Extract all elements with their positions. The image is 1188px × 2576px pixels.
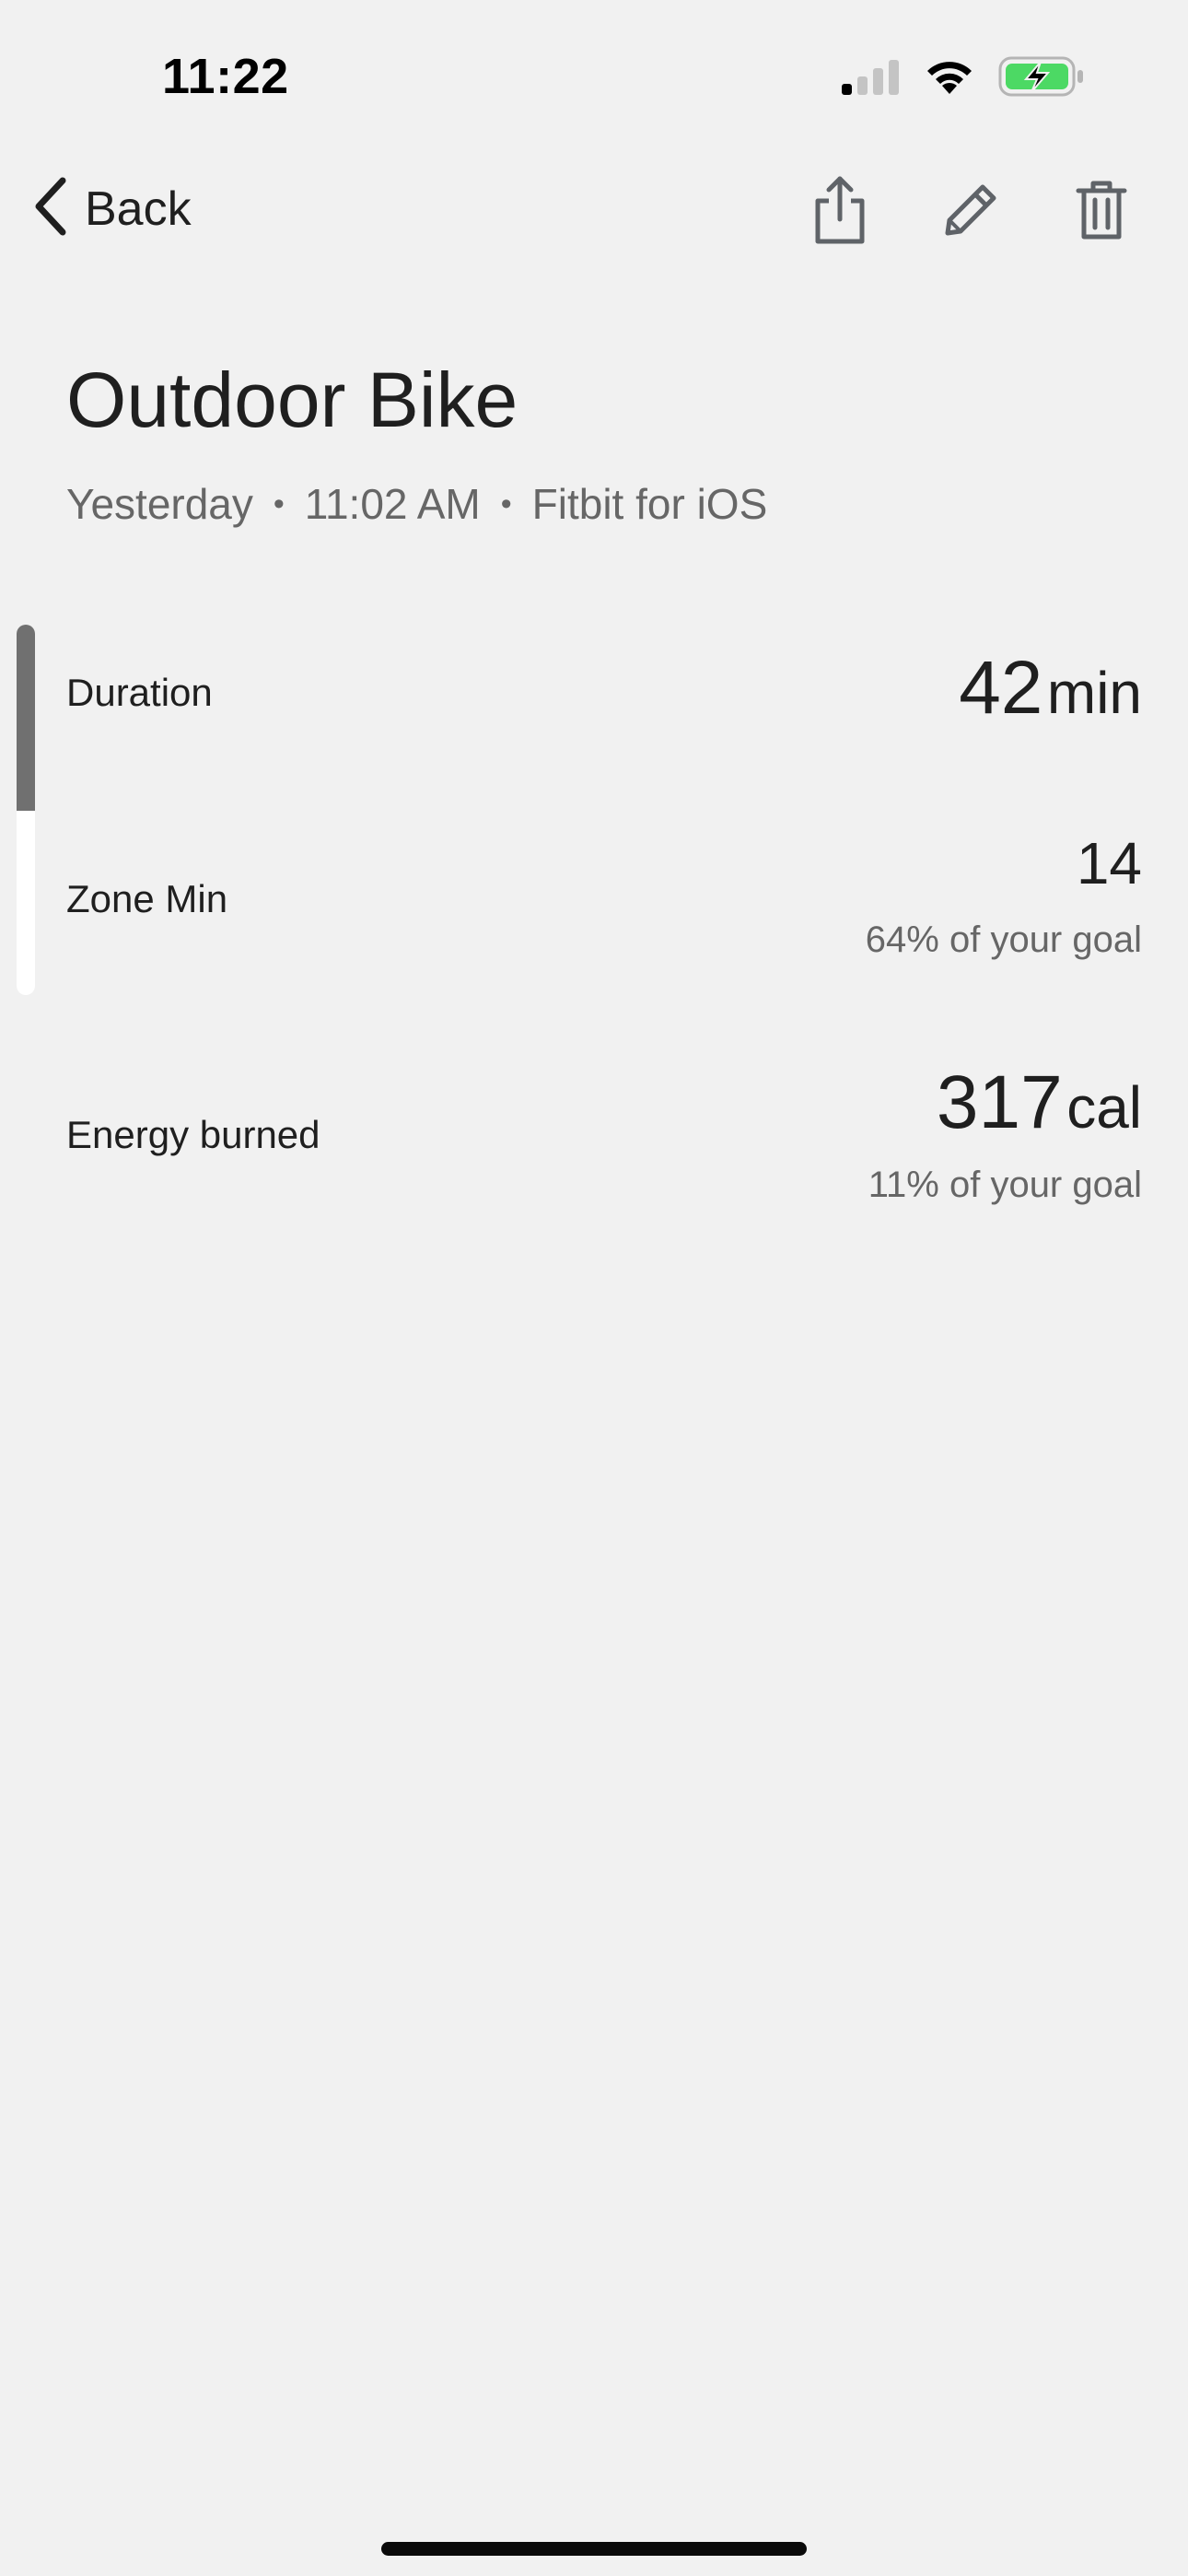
trash-icon <box>1075 180 1128 245</box>
status-time: 11:22 <box>162 49 289 104</box>
delete-button[interactable] <box>1063 173 1140 251</box>
back-button[interactable]: Back <box>31 175 192 242</box>
home-indicator[interactable] <box>381 2542 807 2556</box>
stat-value: 14 <box>1077 829 1142 897</box>
activity-source: Fitbit for iOS <box>531 480 768 528</box>
pencil-icon <box>940 180 1001 245</box>
stat-label: Duration <box>66 671 213 714</box>
nav-bar: Back <box>0 166 1188 258</box>
duration-value: 42 <box>959 646 1043 730</box>
stat-label: Energy burned <box>66 1113 320 1156</box>
battery-charging-icon <box>998 55 1085 102</box>
cellular-signal-icon <box>840 58 901 100</box>
stat-value: 317 cal <box>937 1060 1142 1146</box>
share-icon <box>812 175 868 250</box>
status-bar: 11:22 <box>0 0 1188 157</box>
stat-zone-min: Zone Min 14 64% of your goal <box>66 829 1142 977</box>
scroll-thumb[interactable] <box>17 625 35 811</box>
meta-separator: • <box>273 486 285 521</box>
duration-unit: min <box>1046 660 1142 726</box>
status-icons <box>840 55 1085 102</box>
zone-min-value: 14 <box>1076 830 1142 896</box>
chevron-left-icon <box>31 175 68 242</box>
meta-separator: • <box>500 486 512 521</box>
energy-unit: cal <box>1066 1074 1142 1141</box>
activity-time: 11:02 AM <box>304 480 481 528</box>
edit-button[interactable] <box>932 173 1009 251</box>
scroll-indicator[interactable] <box>17 625 35 995</box>
page-title: Outdoor Bike <box>66 357 518 443</box>
stat-energy-burned: Energy burned 317 cal 11% of your goal <box>66 1060 1142 1216</box>
wifi-icon <box>923 57 976 100</box>
share-button[interactable] <box>801 173 879 251</box>
activity-day: Yesterday <box>66 480 253 528</box>
stat-value: 42 min <box>959 645 1142 732</box>
back-label: Back <box>85 181 192 236</box>
energy-value: 317 <box>936 1060 1063 1144</box>
zone-min-goal: 64% of your goal <box>865 919 1142 960</box>
activity-meta: Yesterday • 11:02 AM • Fitbit for iOS <box>66 479 767 529</box>
stat-label: Zone Min <box>66 877 228 920</box>
stat-duration: Duration 42 min <box>66 645 1142 755</box>
energy-goal: 11% of your goal <box>868 1165 1142 1205</box>
